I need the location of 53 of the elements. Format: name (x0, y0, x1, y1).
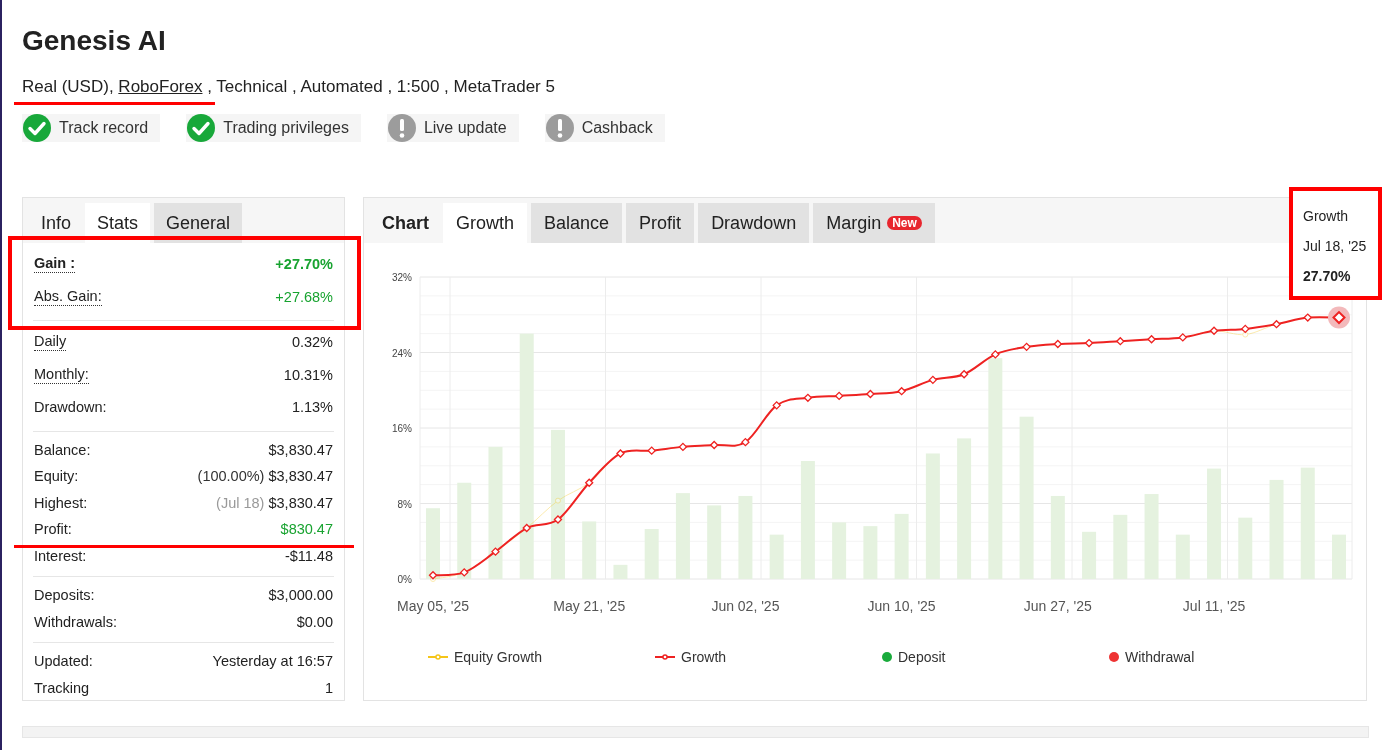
stat-label: Tracking (34, 679, 90, 696)
stat-value: +27.68% (275, 288, 333, 305)
tooltip-date: Jul 18, '25 (1303, 237, 1368, 256)
stat-value: 10.31% (283, 366, 333, 383)
stat-label: Gain : (34, 255, 76, 274)
x-tick-label: Jun 27, '25 (1023, 598, 1092, 614)
value-note: (Jul 18) (216, 494, 265, 511)
badge-label: Trading privileges (223, 119, 349, 137)
stat-value: 1 (324, 679, 333, 696)
y-tick-label: 24% (392, 347, 412, 359)
page-title: Genesis AI (22, 24, 166, 58)
x-tick-label: Jun 02, '25 (711, 598, 780, 614)
stat-label: Drawdown: (34, 399, 107, 416)
y-tick-label: 32% (392, 272, 412, 283)
stat-label: Withdrawals: (34, 613, 117, 630)
tooltip-title: Growth (1303, 207, 1350, 226)
stat-value: $3,000.00 (268, 587, 333, 604)
stat-value: $0.00 (296, 613, 333, 630)
stat-label: Updated: (34, 653, 93, 670)
stat-label: Abs. Gain: (34, 287, 102, 306)
x-tick-label: May 21, '25 (553, 598, 626, 614)
badge-label: Live update (423, 119, 507, 137)
stat-label: Profit: (34, 521, 72, 538)
value-note: (100.00%) (197, 468, 265, 485)
stat-value: Yesterday at 16:57 (212, 653, 333, 670)
stat-value: +27.70% (275, 256, 333, 273)
stat-label: Monthly: (34, 365, 89, 384)
x-tick-label: May 05, '25 (397, 598, 469, 614)
new-badge: New (887, 216, 922, 230)
stat-label: Balance: (34, 441, 91, 458)
account-details: Real (USD), RoboForex , Technical , Automated , 1:500 , MetaTrader 5 (22, 77, 555, 96)
stat-label: Daily (34, 333, 67, 352)
x-tick-label: Jun 10, '25 (867, 598, 936, 614)
stat-label: Interest: (34, 547, 87, 564)
stat-value: $3,830.47 (268, 441, 333, 458)
badge-label: Cashback (581, 119, 653, 137)
stat-value: $3,830.47 (268, 468, 333, 485)
stat-value: -$11.48 (284, 547, 333, 564)
stat-label: Deposits: (34, 587, 95, 604)
stat-label: Equity: (34, 468, 79, 485)
y-tick-label: 16% (392, 423, 412, 434)
stat-value: $3,830.47 (268, 494, 333, 511)
stat-value: 0.32% (291, 334, 333, 351)
y-tick-label: 8% (397, 498, 412, 510)
tooltip-value: 27.70% (1303, 267, 1352, 286)
panel-heading: Chart (381, 212, 430, 235)
y-tick-label: 0% (397, 574, 412, 585)
badge-label: Track record (59, 119, 149, 137)
stat-value: 1.13% (291, 399, 333, 416)
panel-heading: Info (40, 212, 73, 235)
stat-value: $830.47 (280, 521, 333, 538)
x-tick-label: Jul 11, '25 (1182, 598, 1246, 614)
stat-label: Highest: (34, 494, 88, 511)
